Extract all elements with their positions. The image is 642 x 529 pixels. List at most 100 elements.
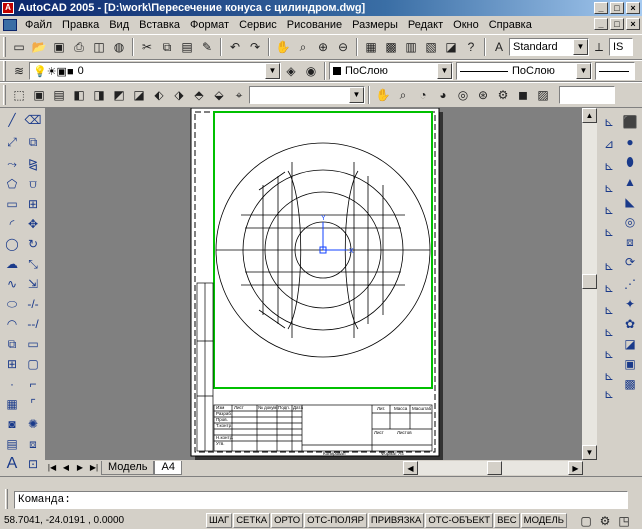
- autocad-app-icon[interactable]: A: [2, 2, 14, 14]
- text-style-select[interactable]: Standard ▼: [509, 38, 589, 56]
- prev-tab-icon[interactable]: ◀: [59, 461, 73, 475]
- markup-icon[interactable]: ◪: [441, 37, 461, 57]
- insert-block-icon[interactable]: ⧉: [2, 334, 22, 354]
- camera-icon[interactable]: ⌖: [229, 85, 249, 105]
- view-select[interactable]: ▼: [249, 86, 365, 104]
- camera-adjust-icon[interactable]: ◎: [453, 85, 473, 105]
- ellipse-arc-icon[interactable]: ◠: [2, 314, 22, 334]
- clean-screen-icon[interactable]: ◳: [616, 513, 632, 528]
- chevron-down-icon[interactable]: ▼: [437, 63, 452, 79]
- paste-icon[interactable]: ▤: [177, 37, 197, 57]
- tray-settings-icon[interactable]: ⚙: [597, 513, 613, 528]
- bottom-view-icon[interactable]: ▤: [49, 85, 69, 105]
- setup-drawing-icon[interactable]: ◪: [620, 334, 640, 354]
- polar-toggle[interactable]: ОТС-ПОЛЯР: [304, 513, 367, 528]
- ortho-toggle[interactable]: ОРТО: [271, 513, 304, 528]
- sw-iso-icon[interactable]: ⬖: [149, 85, 169, 105]
- copy-icon[interactable]: ⧉: [157, 37, 177, 57]
- menu-edit[interactable]: Правка: [57, 16, 104, 34]
- design-center-icon[interactable]: ▩: [381, 37, 401, 57]
- ucs-z-icon[interactable]: ⊾: [599, 366, 619, 386]
- dim-style-select[interactable]: IS: [609, 38, 633, 56]
- continuous-orbit-icon[interactable]: ◕: [433, 85, 453, 105]
- pan-icon[interactable]: ✋: [373, 85, 393, 105]
- cone-icon[interactable]: ▲: [620, 172, 640, 192]
- maximize-button[interactable]: □: [610, 2, 624, 14]
- save-icon[interactable]: ▣: [49, 37, 69, 57]
- layer-select[interactable]: 💡☀▣■ 0 ▼: [29, 62, 281, 80]
- slice-icon[interactable]: ⋰: [620, 274, 640, 294]
- extend-icon[interactable]: --/: [23, 314, 43, 334]
- break-icon[interactable]: ▭: [23, 334, 43, 354]
- left-view-icon[interactable]: ◧: [69, 85, 89, 105]
- zoom-previous-icon[interactable]: ⊖: [333, 37, 353, 57]
- menu-format[interactable]: Формат: [185, 16, 234, 34]
- chevron-down-icon[interactable]: ▼: [576, 63, 591, 79]
- ucs-face-icon[interactable]: ⊾: [599, 178, 619, 198]
- ucs-apply-icon[interactable]: ⊾: [599, 384, 619, 404]
- menu-file[interactable]: Файл: [20, 16, 57, 34]
- maximize-viewport-icon[interactable]: ▢: [578, 513, 594, 528]
- doc-close-button[interactable]: ×: [626, 18, 640, 30]
- ucs-world-icon[interactable]: ⊿: [599, 134, 619, 154]
- ne-iso-icon[interactable]: ⬘: [189, 85, 209, 105]
- zoom-window-icon[interactable]: ⊕: [313, 37, 333, 57]
- match-properties-icon[interactable]: ✎: [197, 37, 217, 57]
- layer-manager-icon[interactable]: ≋: [9, 61, 29, 81]
- draworder-icon[interactable]: ⧈: [23, 434, 43, 454]
- document-icon[interactable]: [3, 19, 17, 31]
- last-tab-icon[interactable]: ▶|: [87, 461, 101, 475]
- box-icon[interactable]: ⬛: [620, 112, 640, 132]
- ucs-z-axis-icon[interactable]: ⊾: [599, 278, 619, 298]
- cylinder-icon[interactable]: ⬮: [620, 152, 640, 172]
- front-view-icon[interactable]: ◩: [109, 85, 129, 105]
- horizontal-scrollbar[interactable]: ◀ ▶: [403, 461, 583, 475]
- tab-layout-a4[interactable]: A4: [154, 461, 182, 475]
- revision-cloud-icon[interactable]: ☁: [2, 254, 22, 274]
- join-icon[interactable]: ▢: [23, 354, 43, 374]
- ucs-y-icon[interactable]: ⊾: [599, 344, 619, 364]
- scroll-down-button[interactable]: ▼: [582, 445, 597, 460]
- trim-icon[interactable]: -/-: [23, 294, 43, 314]
- section-icon[interactable]: ✦: [620, 294, 640, 314]
- ucs-previous-icon[interactable]: ⊾: [599, 156, 619, 176]
- offset-icon[interactable]: ⩌: [23, 174, 43, 194]
- chevron-down-icon[interactable]: ▼: [573, 39, 588, 55]
- layer-previous-icon[interactable]: ◉: [301, 61, 321, 81]
- toolbar-grip[interactable]: [3, 61, 6, 81]
- color-select[interactable]: ПоСлою ▼: [329, 62, 453, 80]
- setup-view-icon[interactable]: ▣: [620, 354, 640, 374]
- help-icon[interactable]: ?: [461, 37, 481, 57]
- undo-icon[interactable]: ↶: [225, 37, 245, 57]
- table-icon[interactable]: ▤: [2, 434, 22, 454]
- make-block-icon[interactable]: ⊞: [2, 354, 22, 374]
- nw-iso-icon[interactable]: ⬙: [209, 85, 229, 105]
- swivel-icon[interactable]: ⊛: [473, 85, 493, 105]
- layout-icon[interactable]: ⊡: [23, 454, 43, 474]
- stretch-icon[interactable]: ⇲: [23, 274, 43, 294]
- new-icon[interactable]: ▭: [9, 37, 29, 57]
- copy-object-icon[interactable]: ⧉: [23, 132, 43, 152]
- menu-help[interactable]: Справка: [484, 16, 537, 34]
- menu-dimension[interactable]: Размеры: [347, 16, 403, 34]
- hatch-icon[interactable]: ▦: [2, 394, 22, 414]
- mtext-icon[interactable]: A: [2, 454, 22, 474]
- shade-icon[interactable]: ◼: [513, 85, 533, 105]
- close-button[interactable]: ×: [626, 2, 640, 14]
- polygon-icon[interactable]: ⬠: [2, 174, 22, 194]
- command-input[interactable]: Команда:: [14, 491, 628, 509]
- ucs-x-icon[interactable]: ⊾: [599, 322, 619, 342]
- lineweight-toggle[interactable]: ВЕС: [494, 513, 520, 528]
- toolbar-grip[interactable]: [3, 37, 6, 57]
- rotate-icon[interactable]: ↻: [23, 234, 43, 254]
- snap-toggle[interactable]: ШАГ: [206, 513, 233, 528]
- print-icon[interactable]: ⎙: [69, 37, 89, 57]
- region-icon[interactable]: ◙: [2, 414, 22, 434]
- chamfer-icon[interactable]: ⌐: [23, 374, 43, 394]
- chevron-down-icon[interactable]: ▼: [349, 87, 364, 103]
- next-tab-icon[interactable]: ▶: [73, 461, 87, 475]
- tab-model[interactable]: Модель: [101, 461, 155, 475]
- grid-toggle[interactable]: СЕТКА: [233, 513, 271, 528]
- lineweight-select[interactable]: [595, 62, 635, 80]
- construction-line-icon[interactable]: ⤢: [2, 132, 22, 152]
